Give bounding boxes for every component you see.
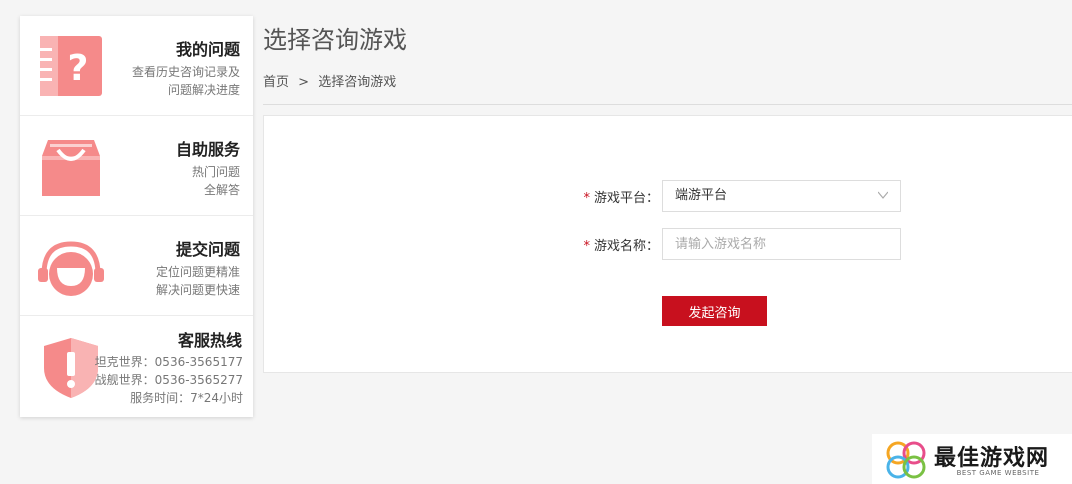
sidebar-item-title: 自助服务 — [175, 140, 240, 159]
platform-selected-value: 端游平台 — [675, 188, 728, 203]
svg-text:?: ? — [68, 48, 89, 89]
chevron-down-icon — [878, 191, 888, 199]
required-mark: * — [583, 191, 590, 206]
service-hours: 服务时间：7*24小时 — [130, 391, 243, 405]
sidebar-item-my-questions[interactable]: ? 我的问题 查看历史咨询记录及 问题解决进度 — [20, 16, 253, 116]
breadcrumb-current: 选择咨询游戏 — [318, 75, 397, 90]
sidebar-item-submit-question[interactable]: 提交问题 定位问题更精准 解决问题更快速 — [20, 216, 253, 316]
inbox-tray-icon — [42, 140, 100, 196]
watermark-title: 最佳游戏网 — [934, 446, 1050, 471]
breadcrumb-home-link[interactable]: 首页 — [263, 75, 289, 90]
sidebar-item-title: 客服热线 — [177, 331, 242, 350]
consult-form-panel: *游戏平台： 端游平台 *游戏名称： 发起咨询 — [263, 115, 1072, 373]
sidebar-item-title: 提交问题 — [175, 240, 240, 259]
hotline-tank: 坦克世界：0536-3565177 — [94, 355, 243, 369]
sidebar-item-desc: 定位问题更精准 解决问题更快速 — [156, 263, 240, 299]
game-name-label: * 游戏名称： — [583, 235, 659, 254]
platform-row: * 游戏平台： 端游平台 — [264, 180, 1072, 212]
headset-icon — [38, 241, 104, 296]
divider — [263, 104, 1072, 105]
breadcrumb-separator: > — [298, 75, 310, 90]
desc-line: 查看历史咨询记录及 — [131, 65, 240, 79]
sidebar-item-hotline[interactable]: 客服热线 坦克世界：0536-3565177 战舰世界：0536-3565277… — [20, 316, 253, 416]
desc-line: 定位问题更精准 — [155, 265, 240, 279]
platform-label: * 游戏平台： — [583, 187, 659, 206]
game-name-input[interactable] — [662, 228, 901, 260]
desc-line: 热门问题 — [191, 165, 240, 179]
sidebar-item-desc: 热门问题 全解答 — [192, 163, 240, 199]
sidebar-item-desc: 查看历史咨询记录及 问题解决进度 — [132, 63, 240, 99]
game-name-label-text: 游戏名称： — [593, 239, 659, 254]
watermark-subtitle: BEST GAME WEBSITE — [956, 469, 1040, 477]
sidebar-item-desc: 坦克世界：0536-3565177 战舰世界：0536-3565277 服务时间… — [95, 353, 243, 407]
watermark-logo: 最佳游戏网 BEST GAME WEBSITE — [872, 434, 1072, 484]
sidebar-item-self-service[interactable]: 自助服务 热门问题 全解答 — [20, 116, 253, 216]
desc-line: 解决问题更快速 — [155, 283, 240, 297]
required-mark: * — [583, 239, 590, 254]
platform-select[interactable]: 端游平台 — [662, 180, 901, 212]
platform-label-text: 游戏平台： — [593, 191, 659, 206]
desc-line: 全解答 — [203, 183, 240, 197]
hotline-warship: 战舰世界：0536-3565277 — [94, 373, 243, 387]
question-book-icon: ? — [38, 36, 102, 96]
desc-line: 问题解决进度 — [167, 83, 240, 97]
breadcrumb: 首页 > 选择咨询游戏 — [263, 71, 401, 90]
page-title: 选择咨询游戏 — [263, 26, 407, 54]
sidebar: ? 我的问题 查看历史咨询记录及 问题解决进度 自助服务 热门问题 全解答 提交… — [20, 16, 253, 417]
game-name-row: * 游戏名称： — [264, 228, 1072, 260]
start-consult-button[interactable]: 发起咨询 — [662, 296, 767, 326]
site-logo-icon — [886, 441, 926, 479]
sidebar-item-title: 我的问题 — [175, 40, 240, 59]
